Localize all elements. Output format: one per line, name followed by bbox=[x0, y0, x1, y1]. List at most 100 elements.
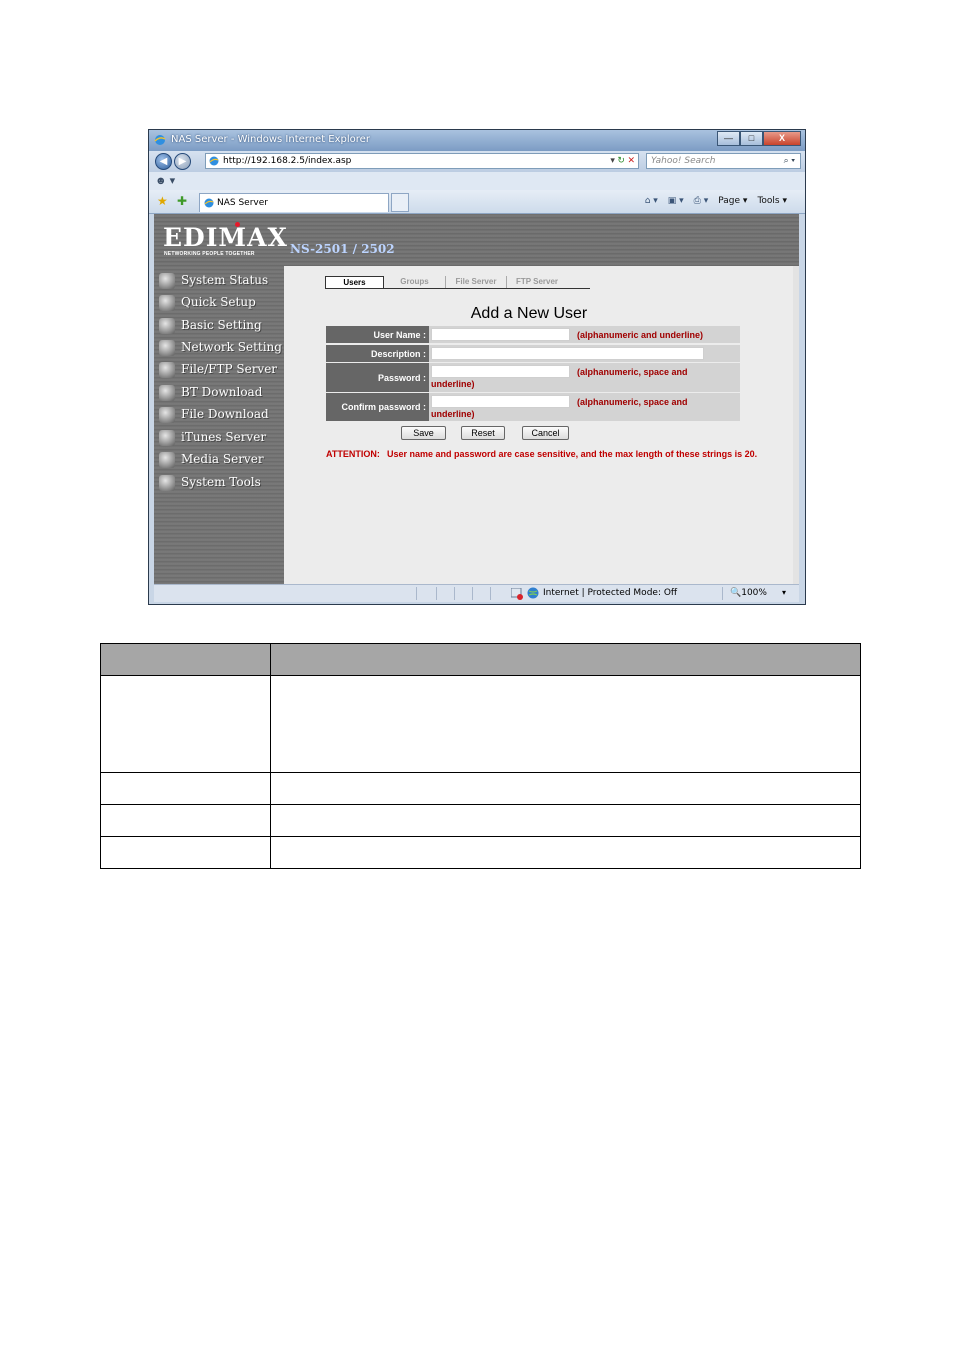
sidebar-item-label: System Tools bbox=[181, 475, 261, 489]
tab-nas-server[interactable]: NAS Server bbox=[199, 193, 389, 212]
status-bar: Internet | Protected Mode: Off 🔍100% ▾ bbox=[154, 584, 799, 602]
status-divider bbox=[490, 587, 491, 600]
table-cell bbox=[270, 772, 861, 805]
ie-logo-icon bbox=[154, 135, 166, 145]
user-name-input[interactable] bbox=[431, 328, 570, 341]
password-row: Password : (alphanumeric, space and unde… bbox=[326, 363, 740, 392]
description-row: Description : bbox=[326, 345, 740, 362]
table-row bbox=[100, 675, 861, 773]
media-server-icon bbox=[159, 452, 175, 468]
table-cell bbox=[270, 804, 861, 837]
tab-users[interactable]: Users bbox=[325, 276, 384, 288]
page-viewport: EDIMAX NETWORKING PEOPLE TOGETHER NS-250… bbox=[154, 214, 799, 584]
search-placeholder: Yahoo! Search bbox=[651, 156, 716, 166]
security-zone-text: Internet | Protected Mode: Off bbox=[543, 588, 678, 598]
sidebar-item-label: Quick Setup bbox=[181, 295, 256, 309]
password-input[interactable] bbox=[431, 365, 570, 378]
sidebar-item-file-ftp-server[interactable]: File/FTP Server bbox=[159, 360, 283, 380]
sidebar-item-media-server[interactable]: Media Server bbox=[159, 450, 283, 470]
tab-groups[interactable]: Groups bbox=[384, 276, 445, 288]
confirm-password-label: Confirm password : bbox=[326, 393, 429, 421]
address-bar[interactable]: http://192.168.2.5/index.asp ▾ ↻ ✕ bbox=[205, 153, 639, 169]
tab-page-icon bbox=[204, 198, 214, 208]
sidebar-item-network-setting[interactable]: Network Setting bbox=[159, 338, 283, 358]
table-cell bbox=[100, 772, 271, 805]
tools-menu[interactable]: Tools ▾ bbox=[757, 196, 787, 206]
sidebar-item-label: Media Server bbox=[181, 452, 264, 466]
back-icon[interactable]: ◀ bbox=[155, 153, 172, 170]
forward-icon[interactable]: ▶ bbox=[174, 153, 191, 170]
status-divider bbox=[454, 587, 455, 600]
new-tab-button[interactable] bbox=[391, 193, 409, 212]
refresh-stop-icons[interactable]: ▾ ↻ ✕ bbox=[610, 155, 635, 166]
tab-file-server[interactable]: File Server bbox=[445, 276, 506, 288]
sidebar-item-system-tools[interactable]: System Tools bbox=[159, 473, 283, 493]
sidebar-item-label: BT Download bbox=[181, 385, 263, 399]
sidebar-item-label: Network Setting bbox=[181, 340, 282, 354]
confirm-password-input[interactable] bbox=[431, 395, 570, 408]
edimax-logo: EDIMAX bbox=[163, 223, 288, 252]
table-row bbox=[100, 836, 861, 869]
basic-setting-icon bbox=[159, 318, 175, 334]
search-input[interactable]: Yahoo! Search ⌕ ▾ bbox=[646, 153, 801, 169]
sidebar-item-quick-setup[interactable]: Quick Setup bbox=[159, 293, 283, 313]
sidebar-item-bt-download[interactable]: BT Download bbox=[159, 383, 283, 403]
minimize-button[interactable]: — bbox=[717, 131, 740, 146]
maximize-button[interactable]: □ bbox=[740, 131, 763, 146]
confirm-password-row: Confirm password : (alphanumeric, space … bbox=[326, 393, 740, 421]
tab-ftp-server[interactable]: FTP Server bbox=[506, 276, 567, 288]
table-row bbox=[100, 804, 861, 837]
password-hint: (alphanumeric, space and bbox=[577, 367, 688, 377]
zoom-icon: 🔍 bbox=[730, 588, 742, 598]
status-divider bbox=[722, 587, 723, 600]
description-input[interactable] bbox=[431, 347, 704, 360]
save-button[interactable]: Save bbox=[401, 426, 446, 440]
reset-button[interactable]: Reset bbox=[461, 426, 505, 440]
popup-blocked-icon[interactable] bbox=[511, 588, 523, 600]
file-ftp-server-icon bbox=[159, 362, 175, 378]
sidebar-item-label: System Status bbox=[181, 273, 269, 287]
sidebar-item-itunes-server[interactable]: iTunes Server bbox=[159, 428, 283, 448]
command-bar: ⌂ ▾ ▣ ▾ ⎙ ▾ Page ▾ Tools ▾ bbox=[645, 196, 787, 206]
table-row bbox=[100, 772, 861, 805]
page-menu[interactable]: Page ▾ bbox=[718, 196, 747, 206]
home-icon[interactable]: ⌂ ▾ bbox=[645, 196, 658, 206]
logo-dot bbox=[235, 222, 240, 227]
sidebar-item-system-status[interactable]: System Status bbox=[159, 271, 283, 291]
table-cell bbox=[100, 804, 271, 837]
status-divider bbox=[472, 587, 473, 600]
scrollbar[interactable] bbox=[793, 266, 799, 584]
close-button[interactable]: X bbox=[763, 131, 801, 146]
file-download-icon bbox=[159, 407, 175, 423]
table-cell bbox=[100, 836, 271, 869]
sidebar-item-file-download[interactable]: File Download bbox=[159, 405, 283, 425]
logo-tagline: NETWORKING PEOPLE TOGETHER bbox=[164, 251, 255, 257]
favorites-star-icon[interactable]: ★ bbox=[157, 194, 168, 208]
title-bar: NAS Server - Windows Internet Explorer —… bbox=[149, 130, 805, 151]
table-cell bbox=[270, 836, 861, 869]
feeds-icon[interactable]: ▣ ▾ bbox=[668, 196, 684, 206]
links-icon[interactable]: ☻ ▾ bbox=[155, 174, 175, 187]
zoom-dropdown-icon[interactable]: ▾ bbox=[782, 588, 786, 597]
window-title: NAS Server - Windows Internet Explorer bbox=[171, 134, 370, 145]
print-icon[interactable]: ⎙ ▾ bbox=[694, 196, 709, 206]
search-icon[interactable]: ⌕ ▾ bbox=[784, 155, 795, 166]
confirm-password-hint: (alphanumeric, space and bbox=[577, 397, 688, 407]
sidebar-item-basic-setting[interactable]: Basic Setting bbox=[159, 316, 283, 336]
page-title: Add a New User bbox=[470, 305, 588, 322]
user-name-row: User Name : (alphanumeric and underline) bbox=[326, 326, 740, 343]
attention-label: ATTENTION: bbox=[326, 449, 380, 459]
table-header-cell bbox=[100, 643, 271, 676]
table-header-cell bbox=[270, 643, 861, 676]
form-buttons: Save Reset Cancel bbox=[289, 426, 799, 442]
attention-text: User name and password are case sensitiv… bbox=[387, 449, 758, 459]
tab-label: NAS Server bbox=[217, 198, 268, 208]
sidebar-item-label: Basic Setting bbox=[181, 318, 262, 332]
sidebar-item-label: File/FTP Server bbox=[181, 362, 278, 376]
cancel-button[interactable]: Cancel bbox=[522, 426, 569, 440]
tab-row: ★ ✚ NAS Server ⌂ ▾ ▣ ▾ ⎙ ▾ Page ▾ Tools … bbox=[149, 190, 805, 214]
add-favorites-icon[interactable]: ✚ bbox=[177, 194, 187, 208]
table-cell bbox=[270, 675, 861, 773]
user-name-label: User Name : bbox=[326, 326, 429, 343]
zoom-level[interactable]: 🔍100% bbox=[730, 588, 767, 598]
